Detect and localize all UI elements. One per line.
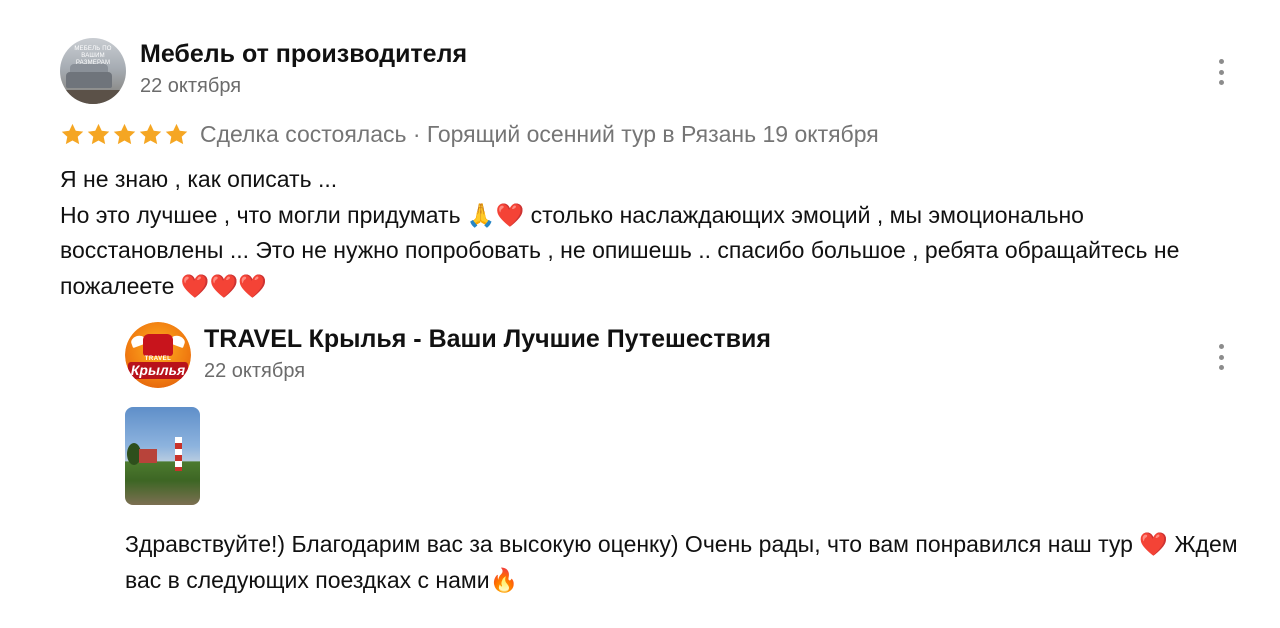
review-date: 22 октября — [140, 75, 242, 97]
company-name[interactable]: TRAVEL Крылья - Ваши Лучшие Путешествия — [204, 325, 771, 354]
review-more-options-icon[interactable] — [1209, 57, 1233, 87]
logo-bus-icon — [143, 334, 173, 356]
reply-photo-thumbnail[interactable] — [125, 407, 200, 505]
author-name[interactable]: Мебель от производителя — [140, 40, 467, 69]
author-avatar[interactable]: МЕБЕЛЬ ПО ВАШИМ РАЗМЕРАМ — [60, 38, 126, 104]
star-icon — [61, 123, 84, 144]
star-icon — [87, 123, 110, 144]
photo-house — [139, 449, 157, 463]
logo-name-text: Крылья — [128, 362, 188, 379]
review-meta: Сделка состоялась · Горящий осенний тур … — [200, 120, 879, 147]
star-icon — [165, 123, 188, 144]
review-text-line-1: Я не знаю , как описать ... — [60, 166, 338, 192]
avatar-floor — [60, 90, 126, 104]
company-avatar[interactable]: TRAVEL Крылья — [125, 322, 191, 388]
reply-text-paragraph: Здравствуйте!) Благодарим вас за высокую… — [125, 531, 1238, 593]
star-icon — [113, 123, 136, 144]
star-rating — [60, 122, 189, 147]
reply-date: 22 октября — [204, 360, 306, 382]
avatar-sofa — [66, 72, 112, 88]
photo-lighthouse — [175, 437, 182, 471]
reply-text: Здравствуйте!) Благодарим вас за высокую… — [125, 526, 1255, 598]
rating-row: Сделка состоялась · Горящий осенний тур … — [60, 118, 879, 150]
reply-more-options-icon[interactable] — [1209, 342, 1233, 372]
review-text-line-2: Но это лучшее , что могли придумать 🙏❤️ … — [60, 201, 1180, 299]
review-text: Я не знаю , как описать ... Но это лучше… — [60, 162, 1210, 304]
star-icon — [139, 123, 162, 144]
avatar-text: МЕБЕЛЬ ПО ВАШИМ РАЗМЕРАМ — [74, 46, 112, 66]
